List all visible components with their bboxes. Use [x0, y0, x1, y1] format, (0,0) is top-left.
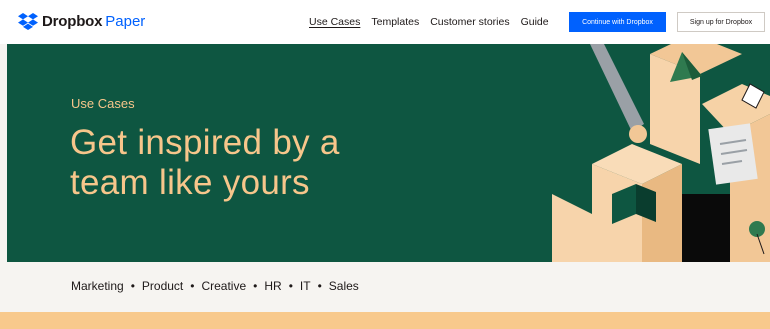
hand: [629, 125, 647, 143]
category-separator: •: [130, 279, 135, 293]
category-filter-bar: Marketing • Product • Creative • HR • IT…: [71, 279, 359, 293]
site-header: Dropbox Paper Use Cases Templates Custom…: [0, 0, 770, 44]
section-band: [0, 312, 770, 329]
category-marketing[interactable]: Marketing: [71, 279, 124, 293]
brand-name: Dropbox: [42, 12, 103, 30]
nav-customer-stories[interactable]: Customer stories: [430, 16, 509, 28]
grey-arm: [590, 44, 644, 132]
category-creative[interactable]: Creative: [201, 279, 246, 293]
hero-eyebrow: Use Cases: [71, 96, 135, 111]
pillar-left-face: [552, 194, 592, 262]
shadow-block: [682, 194, 730, 262]
hero-title: Get inspired by a team like yours: [70, 123, 340, 203]
category-it[interactable]: IT: [300, 279, 311, 293]
hero-title-line-1: Get inspired by a: [70, 123, 340, 162]
nav-templates[interactable]: Templates: [371, 16, 419, 28]
category-separator: •: [253, 279, 258, 293]
sign-up-button[interactable]: Sign up for Dropbox: [677, 12, 765, 32]
product-name: Paper: [105, 12, 146, 30]
main-nav: Use Cases Templates Customer stories Gui…: [309, 0, 560, 44]
category-hr[interactable]: HR: [264, 279, 281, 293]
hero-illustration: [552, 44, 770, 262]
category-sales[interactable]: Sales: [329, 279, 359, 293]
category-product[interactable]: Product: [142, 279, 183, 293]
hero-title-line-2: team like yours: [70, 163, 310, 202]
dropbox-paper-logo[interactable]: Dropbox Paper: [18, 10, 145, 32]
nav-use-cases[interactable]: Use Cases: [309, 16, 360, 28]
category-separator: •: [190, 279, 195, 293]
hero-banner: Use Cases Get inspired by a team like yo…: [7, 44, 770, 262]
dropbox-logo-icon: [18, 12, 38, 30]
document-card: [708, 123, 758, 185]
continue-with-dropbox-button[interactable]: Continue with Dropbox: [569, 12, 666, 32]
nav-guide[interactable]: Guide: [521, 16, 549, 28]
category-separator: •: [288, 279, 293, 293]
category-separator: •: [317, 279, 322, 293]
